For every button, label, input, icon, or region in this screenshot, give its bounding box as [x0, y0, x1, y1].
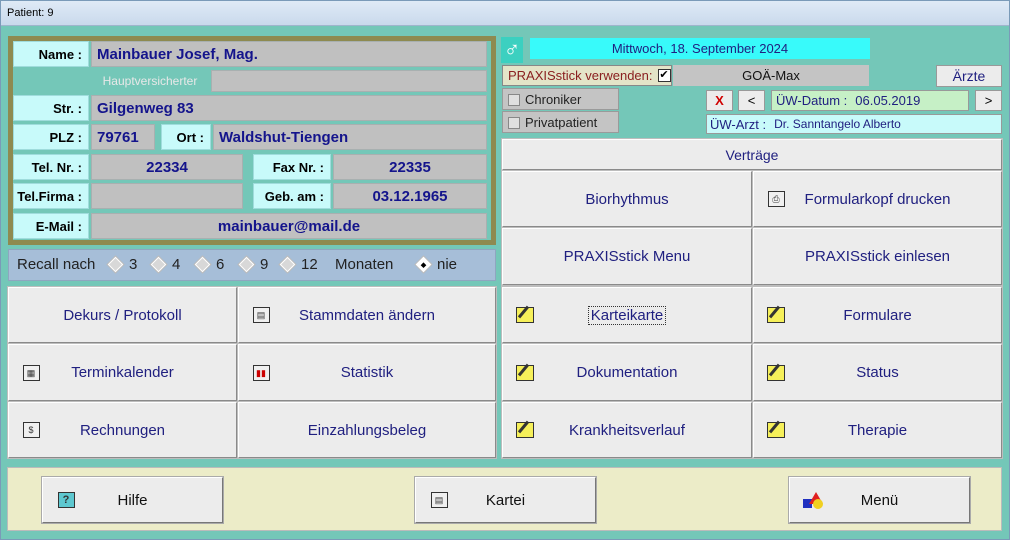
bottom-toolbar: ? Hilfe ▤ Kartei Menü: [7, 467, 1002, 531]
bar-chart-icon: ▮▮: [251, 364, 271, 382]
formularkopf-button[interactable]: ⎙ Formularkopf drucken: [752, 170, 1003, 228]
document-edit-icon: ▤: [251, 306, 271, 324]
formulare-button[interactable]: Formulare: [752, 286, 1003, 344]
printer-icon: ⎙: [766, 190, 786, 208]
praxisstick-check: ✔: [657, 69, 671, 82]
recall-option-4: 4: [172, 256, 181, 273]
hilfe-button[interactable]: ? Hilfe: [41, 476, 224, 524]
chroniker-check: [508, 94, 520, 106]
vertraege-button[interactable]: Verträge: [501, 138, 1003, 171]
stammdaten-button[interactable]: ▤ Stammdaten ändern: [237, 286, 497, 344]
einzahlungsbeleg-button[interactable]: Einzahlungsbeleg: [237, 401, 497, 459]
recall-radio-12[interactable]: [279, 256, 296, 273]
hauptversicherter-field[interactable]: [211, 70, 487, 92]
kartei-button[interactable]: ▤ Kartei: [414, 476, 597, 524]
praxisstick-einlesen-button[interactable]: PRAXISstick einlesen: [752, 227, 1003, 286]
pen-edit-icon: [515, 306, 535, 324]
pen-edit-icon: [515, 364, 535, 382]
pen-edit-icon: [766, 306, 786, 324]
uew-arzt-field[interactable]: ÜW-Arzt : Dr. Sanntangelo Alberto: [706, 114, 1002, 134]
status-button[interactable]: Status: [752, 343, 1003, 402]
patient-window: Patient: 9 Name : Mainbauer Josef, Mag. …: [0, 0, 1010, 540]
recall-unit: Monaten: [335, 256, 394, 273]
privatpatient-checkbox[interactable]: Privatpatient: [502, 111, 619, 133]
praxisstick-checkbox[interactable]: PRAXISstick verwenden: ✔: [502, 65, 672, 86]
window-title: Patient: 9: [1, 1, 1009, 26]
male-icon: ♂: [501, 37, 523, 63]
patient-card: Name : Mainbauer Josef, Mag. Hauptversic…: [8, 36, 496, 245]
card-file-icon: ▤: [428, 490, 450, 510]
praxisstick-menu-button[interactable]: PRAXISstick Menu: [501, 227, 753, 286]
privatpatient-check: [508, 117, 520, 129]
shapes-icon: [802, 490, 824, 510]
street-field[interactable]: Gilgenweg 83: [91, 95, 487, 121]
ort-field[interactable]: Waldshut-Tiengen: [213, 124, 487, 150]
email-label: E-Mail :: [13, 213, 89, 239]
recall-option-3: 3: [129, 256, 138, 273]
prev-button[interactable]: <: [738, 90, 765, 111]
name-field[interactable]: Mainbauer Josef, Mag.: [91, 41, 487, 67]
fax-label: Fax Nr. :: [253, 154, 331, 180]
biorhythmus-button[interactable]: Biorhythmus: [501, 170, 753, 228]
terminkalender-button[interactable]: ▦ Terminkalender: [7, 343, 238, 402]
fax-field[interactable]: 22335: [333, 154, 487, 180]
recall-label: Recall nach: [17, 256, 96, 273]
tel-label: Tel. Nr. :: [13, 154, 89, 180]
karteikarte-button[interactable]: Karteikarte: [501, 286, 753, 344]
uew-datum-field[interactable]: ÜW-Datum : 06.05.2019: [771, 90, 969, 111]
plz-field[interactable]: 79761: [91, 124, 155, 150]
pen-edit-icon: [766, 421, 786, 439]
rechnungen-button[interactable]: $ Rechnungen: [7, 401, 238, 459]
recall-bar: Recall nach 3 4 6 9 12 Monaten nie: [8, 249, 496, 281]
name-label: Name :: [13, 41, 89, 67]
therapie-button[interactable]: Therapie: [752, 401, 1003, 459]
recall-radio-3[interactable]: [107, 256, 124, 273]
dokumentation-button[interactable]: Dokumentation: [501, 343, 753, 402]
recall-option-9: 9: [260, 256, 269, 273]
recall-option-12: 12: [301, 256, 318, 273]
tariff-field: GOÄ-Max: [673, 65, 869, 86]
calendar-icon: ▦: [21, 364, 41, 382]
recall-option-nie: nie: [437, 256, 458, 273]
email-field[interactable]: mainbauer@mail.de: [91, 213, 487, 239]
telfirma-field[interactable]: [91, 183, 243, 209]
plz-label: PLZ :: [13, 124, 89, 150]
chroniker-checkbox[interactable]: Chroniker: [502, 88, 619, 110]
pen-edit-icon: [766, 364, 786, 382]
recall-option-6: 6: [216, 256, 225, 273]
telfirma-label: Tel.Firma :: [13, 183, 89, 209]
menu-button[interactable]: Menü: [788, 476, 971, 524]
statistik-button[interactable]: ▮▮ Statistik: [237, 343, 497, 402]
next-button[interactable]: >: [975, 90, 1002, 111]
hauptversicherter-label: Hauptversicherter: [91, 70, 209, 92]
pen-edit-icon: [515, 421, 535, 439]
aerzte-button[interactable]: Ärzte: [936, 65, 1002, 87]
recall-radio-9[interactable]: [238, 256, 255, 273]
clear-button[interactable]: X: [706, 90, 733, 111]
tel-field[interactable]: 22334: [91, 154, 243, 180]
date-display: Mittwoch, 18. September 2024: [530, 38, 870, 59]
recall-radio-6[interactable]: [194, 256, 211, 273]
ort-label: Ort :: [161, 124, 211, 150]
geb-label: Geb. am :: [253, 183, 331, 209]
dekurs-button[interactable]: Dekurs / Protokoll: [7, 286, 238, 344]
invoice-icon: $: [21, 421, 41, 439]
help-icon: ?: [55, 490, 77, 510]
recall-radio-nie[interactable]: [415, 256, 432, 273]
geb-field[interactable]: 03.12.1965: [333, 183, 487, 209]
krankheitsverlauf-button[interactable]: Krankheitsverlauf: [501, 401, 753, 459]
street-label: Str. :: [13, 95, 89, 121]
recall-radio-4[interactable]: [150, 256, 167, 273]
